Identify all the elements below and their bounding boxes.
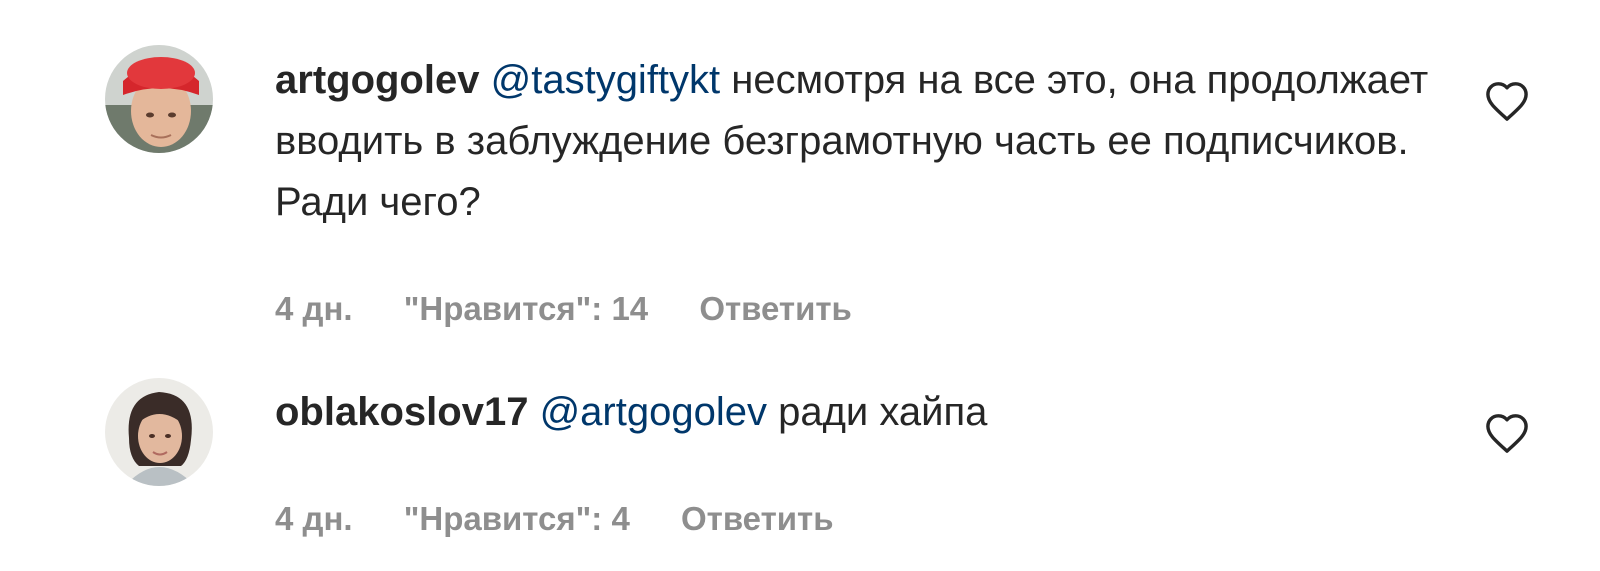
comment-item: oblakoslov17 @artgogolev ради хайпа 4 дн… [0,360,1600,571]
comment-meta: 4 дн. "Нравится": 14 Ответить [275,290,894,328]
comment-username[interactable]: artgogolev [275,58,479,102]
comment-mention[interactable]: @artgogolev [540,390,767,434]
comment-body: artgogolev @tastygiftykt несмотря на все… [275,50,1435,233]
comment-mention[interactable]: @tastygiftykt [491,58,721,102]
comment-meta: 4 дн. "Нравится": 4 Ответить [275,500,875,538]
heart-outline-icon[interactable] [1484,412,1530,454]
comment-timestamp[interactable]: 4 дн. [275,500,353,537]
comment-likes-count[interactable]: "Нравится": 4 [404,500,630,537]
comment-body: oblakoslov17 @artgogolev ради хайпа [275,382,1435,443]
avatar[interactable] [105,45,213,153]
comment-likes-count[interactable]: "Нравится": 14 [404,290,648,327]
comment-text: ради хайпа [778,390,988,434]
comment-item: artgogolev @tastygiftykt несмотря на все… [0,0,1600,360]
comment-timestamp[interactable]: 4 дн. [275,290,353,327]
reply-button[interactable]: Ответить [699,290,852,327]
reply-button[interactable]: Ответить [681,500,834,537]
avatar[interactable] [105,378,213,486]
heart-outline-icon[interactable] [1484,80,1530,122]
comment-username[interactable]: oblakoslov17 [275,390,528,434]
